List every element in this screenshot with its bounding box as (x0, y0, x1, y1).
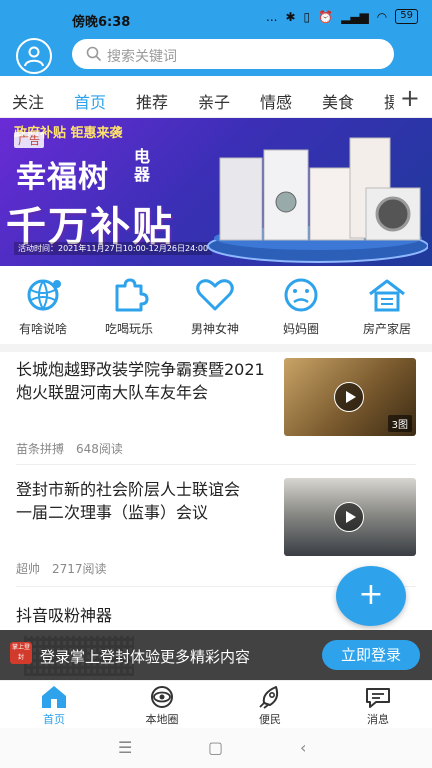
quick-link-label: 有啥说啥 (18, 322, 67, 336)
news-title: 长城炮越野改装学院争霸赛暨2021炮火联盟河南大队车友年会 (16, 360, 265, 402)
banner-brand: 幸福树 (16, 160, 109, 195)
home-icon (42, 686, 66, 708)
bottom-nav: 首页 本地圈 便民 消息 (0, 680, 432, 728)
play-icon (334, 382, 364, 412)
add-post-button[interactable]: + (336, 566, 406, 626)
app-logo: 掌上登封 (10, 642, 32, 664)
nav-label: 便民 (259, 713, 281, 726)
tab-parenting[interactable]: 亲子 (198, 89, 230, 113)
signal-icon: ▂▄▆ (341, 9, 369, 24)
list-divider (16, 464, 416, 465)
banner-date: 活动时间：2021年11月27日10:00-12月26日24:00 (14, 242, 213, 255)
quick-link-gods[interactable]: 男神女神 (172, 278, 258, 337)
quick-link-label: 吃喝玩乐 (104, 322, 153, 336)
wifi-icon: ◠ (376, 9, 388, 24)
system-nav-bar: ☰ ▢ ‹ (0, 728, 432, 768)
house-icon (369, 279, 405, 312)
news-thumbnail[interactable] (284, 478, 416, 556)
banner-brand-sub: 电器 (134, 147, 151, 184)
quick-links: 有啥说啥 吃喝玩乐 男神女神 妈妈圈 房产家居 (0, 270, 432, 342)
globe-chat-icon (27, 279, 61, 312)
nav-convenience[interactable]: 便民 (230, 685, 310, 727)
news-source: 苗条拼搏 (16, 442, 65, 456)
avatar[interactable] (16, 38, 52, 74)
ad-banner[interactable]: 政府补贴 钜惠来袭 广告 幸福树 电器 千万补贴 活动时间：2021年11月27… (0, 118, 432, 266)
search-placeholder: 搜索关键词 (107, 49, 177, 65)
back-icon[interactable]: ‹ (300, 738, 306, 757)
news-meta: 超帅 2717阅读 (16, 560, 107, 577)
tab-emotion[interactable]: 情感 (260, 89, 292, 113)
play-icon (334, 502, 364, 532)
nav-label: 首页 (43, 713, 65, 726)
heart-icon (196, 279, 234, 311)
menu-icon[interactable]: ☰ (118, 738, 132, 757)
news-reads: 648阅读 (76, 442, 123, 456)
app-header: 搜索关键词 (0, 36, 432, 76)
news-title-line: 登封市新的社会阶层人士联谊会 (16, 480, 241, 499)
search-icon (86, 46, 102, 62)
battery-icon: 59 (395, 9, 418, 24)
quick-link-house[interactable]: 房产家居 (344, 278, 430, 337)
home-square-icon[interactable]: ▢ (208, 738, 223, 757)
news-source: 超帅 (16, 562, 41, 576)
news-reads: 2717阅读 (52, 562, 107, 576)
quick-link-talk[interactable]: 有啥说啥 (0, 278, 86, 337)
section-divider (0, 344, 432, 352)
status-icons: ... ✱ ▯ ⏰ ▂▄▆ ◠ 59 (266, 9, 418, 24)
tab-recommend[interactable]: 推荐 (136, 89, 168, 113)
news-thumbnail[interactable]: 3图 (284, 358, 416, 436)
news-title-line: 一届二次理事（监事）会议 (16, 503, 209, 522)
login-message: 登录掌上登封体验更多精彩内容 (40, 648, 251, 666)
category-tabs: 关注 首页 推荐 亲子 情感 美食 摄 + (0, 80, 432, 118)
ad-tag: 广告 (14, 132, 44, 148)
puzzle-icon (115, 278, 149, 312)
login-button[interactable]: 立即登录 (322, 640, 420, 670)
vibrate-icon: ▯ (303, 9, 311, 24)
status-time: 傍晚6:38 (72, 15, 131, 30)
rocket-icon (259, 686, 279, 709)
quick-link-label: 房产家居 (362, 322, 411, 336)
message-icon (366, 688, 390, 708)
nav-messages[interactable]: 消息 (338, 685, 418, 727)
quick-link-label: 妈妈圈 (282, 322, 319, 336)
smiley-icon (284, 278, 318, 312)
news-item[interactable]: 登封市新的社会阶层人士联谊会 一届二次理事（监事）会议 超帅 2717阅读 (16, 478, 416, 576)
tab-follow[interactable]: 关注 (12, 89, 44, 113)
quick-link-label: 男神女神 (190, 322, 239, 336)
quick-link-fun[interactable]: 吃喝玩乐 (86, 278, 172, 337)
user-icon (24, 46, 44, 67)
more-dots-icon: ... (266, 9, 278, 24)
quick-link-moms[interactable]: 妈妈圈 (258, 278, 344, 337)
search-input[interactable]: 搜索关键词 (72, 39, 394, 69)
alarm-icon: ⏰ (318, 9, 334, 24)
login-prompt-bar: 掌上登封 登录掌上登封体验更多精彩内容 立即登录 (0, 630, 432, 680)
image-count-badge: 3图 (387, 415, 412, 432)
status-bar: 傍晚6:38 ... ✱ ▯ ⏰ ▂▄▆ ◠ 59 (0, 0, 432, 36)
tab-home[interactable]: 首页 (74, 89, 106, 113)
bluetooth-icon: ✱ (285, 9, 296, 24)
news-meta: 苗条拼搏 648阅读 (16, 440, 123, 457)
tab-food[interactable]: 美食 (322, 89, 354, 113)
news-title: 抖音吸粉神器 (16, 606, 113, 625)
nav-label: 消息 (367, 713, 389, 726)
nav-label: 本地圈 (145, 713, 179, 726)
add-tab-button[interactable]: + (393, 84, 420, 112)
eye-circle-icon (151, 686, 173, 708)
appliances-image (207, 137, 428, 263)
news-title: 登封市新的社会阶层人士联谊会 一届二次理事（监事）会议 (16, 478, 278, 524)
nav-local-circle[interactable]: 本地圈 (122, 685, 202, 727)
nav-home[interactable]: 首页 (14, 685, 94, 727)
news-item[interactable]: 长城炮越野改装学院争霸赛暨2021炮火联盟河南大队车友年会 苗条拼搏 648阅读 … (16, 358, 416, 456)
